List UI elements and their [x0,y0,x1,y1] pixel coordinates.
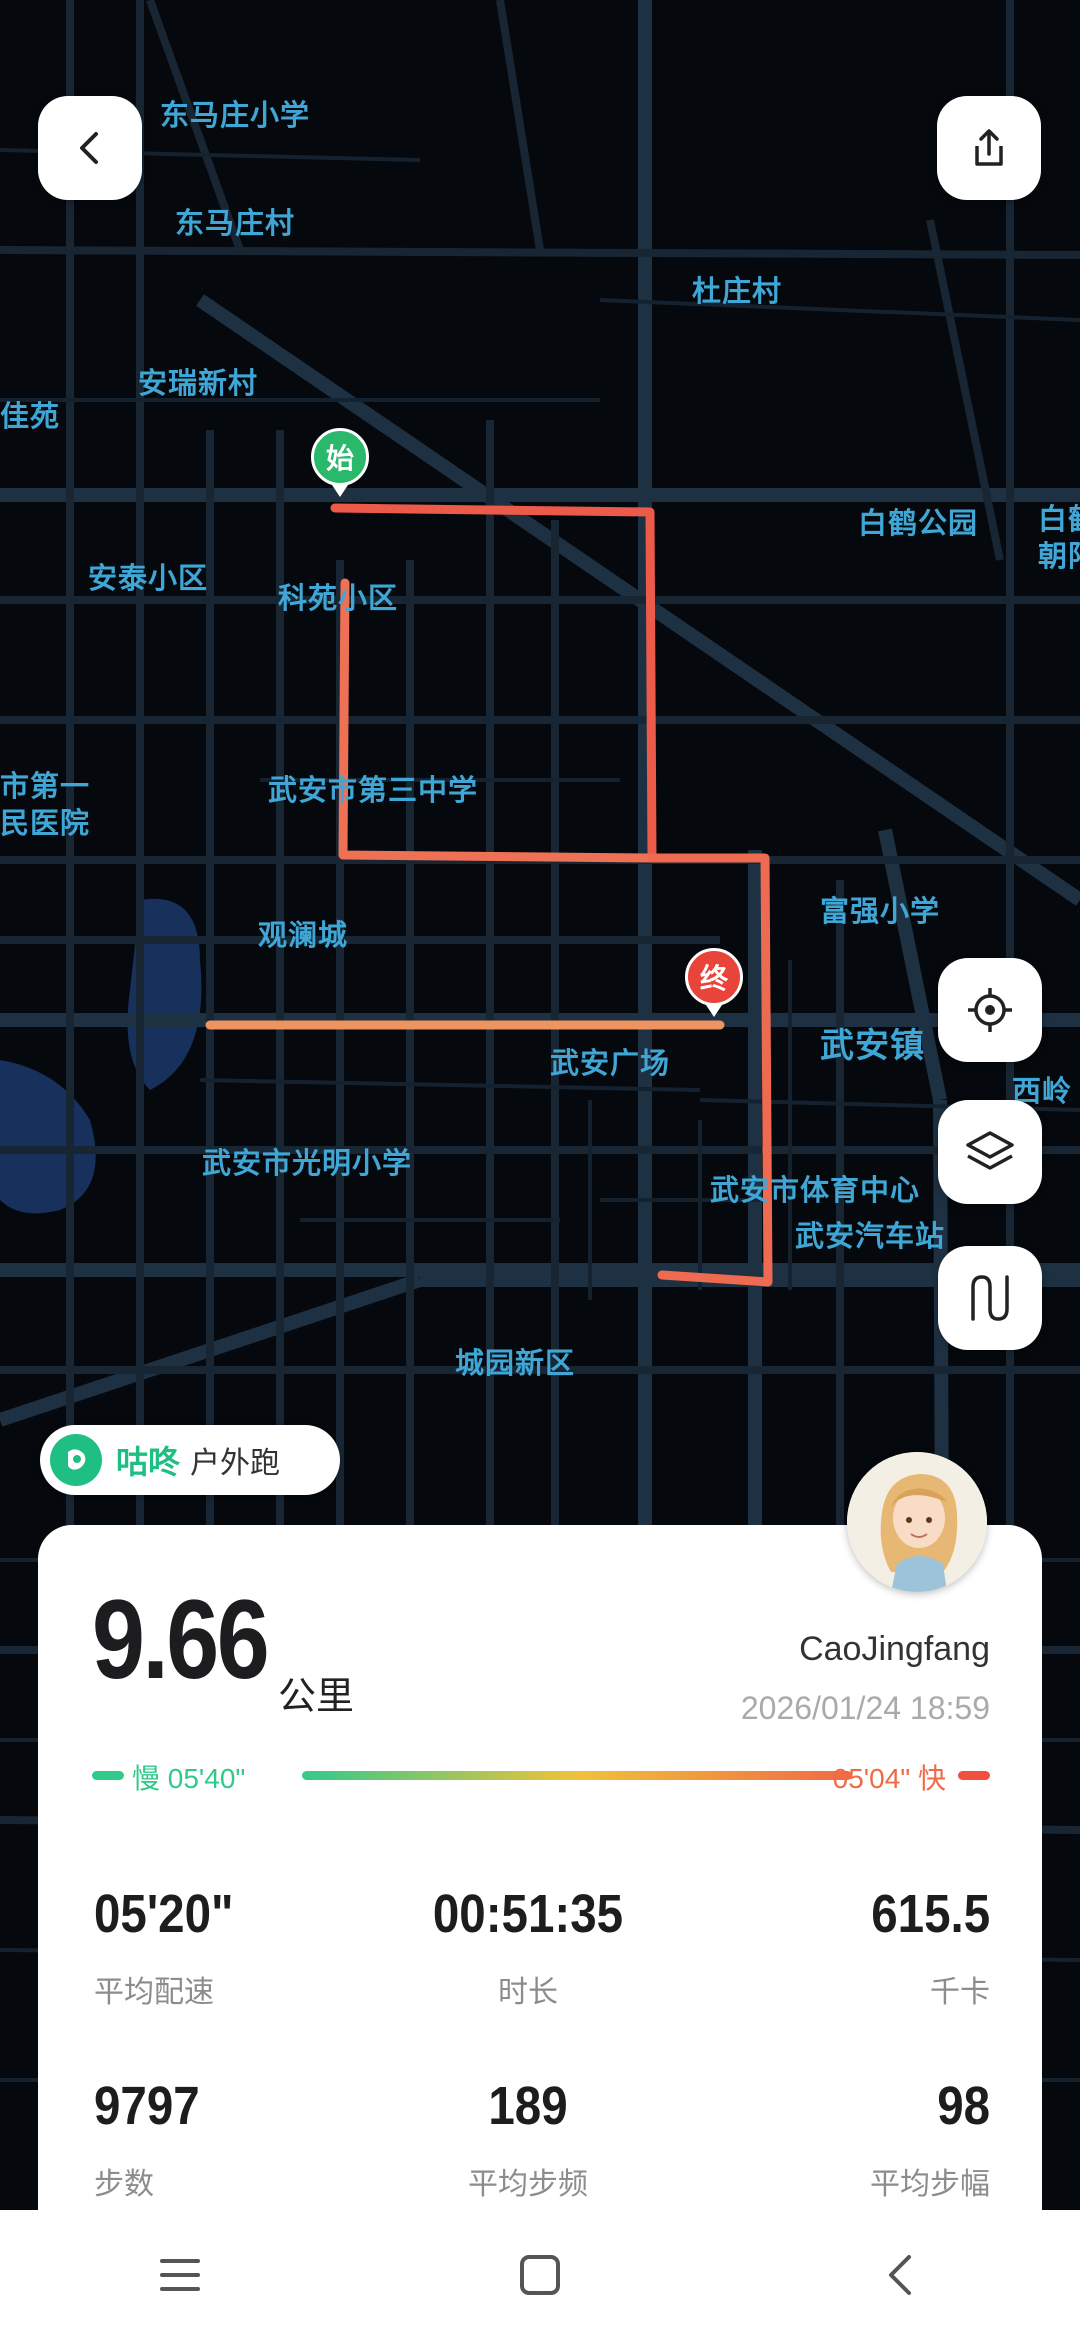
activity-datetime: 2026/01/24 18:59 [740,1690,990,1726]
stat-value-calories: 615.5 [871,1884,990,1944]
stat-label-pace: 平均配速 [94,1975,214,2010]
stat-label-duration: 时长 [498,1975,558,2010]
map-label: 科苑小区 [278,581,399,615]
back-nav-button[interactable] [840,2225,960,2325]
avatar[interactable] [847,1452,987,1592]
map-label: 富强小学 [820,894,941,928]
end-marker: 终 [685,948,743,1017]
map-label: 安泰小区 [88,561,209,595]
share-button[interactable] [937,96,1041,200]
layers-icon [966,1131,1014,1170]
menu-icon [160,2259,200,2291]
system-nav-bar [0,2210,1080,2340]
map-label: 民医院 [0,806,91,840]
avatar-image [847,1452,987,1592]
chevron-left-icon [80,132,98,164]
fast-dash [958,1771,990,1780]
stat-label-stride: 平均步幅 [870,2167,990,2202]
map-label: 杜庄村 [692,274,783,308]
map-label: 武安市第三中学 [268,773,479,807]
stat-label-cadence: 平均步频 [468,2167,588,2202]
stat-value-steps: 9797 [94,2076,200,2136]
map-label: 安瑞新村 [138,366,259,400]
stat-label-calories: 千卡 [930,1975,990,2010]
locate-icon [968,988,1012,1032]
route-button[interactable] [938,1246,1042,1350]
summary-card: 9.66 公里 CaoJingfang 2026/01/24 18:59 慢 0… [38,1525,1042,2225]
map-label: 白鹤公园 [858,506,979,540]
distance-value: 9.66 [92,1577,270,1702]
stat-value-pace: 05'20" [94,1884,234,1944]
pace-legend: 慢 05'40" 05'04" 快 [92,1757,990,1794]
stat-value-duration: 00:51:35 [432,1884,624,1944]
source-badge: 咕咚 户外跑 [40,1425,340,1495]
map-label: 武安市体育中心 [710,1173,921,1207]
home-button[interactable] [480,2225,600,2325]
back-icon [889,2255,911,2295]
map-label: 东马庄小学 [160,98,311,132]
route-icon [971,1275,1009,1321]
locate-button[interactable] [938,958,1042,1062]
map-label: 武安汽车站 [795,1219,946,1253]
map-label: 市第一 [0,769,91,803]
stat-label-steps: 步数 [94,2167,154,2202]
stat-value-cadence: 189 [488,2076,568,2136]
pace-slow-label: 慢 05'40" [132,1763,246,1794]
map-label: 城园新区 [455,1346,576,1380]
pace-fast-label: 05'04" 快 [832,1763,946,1794]
back-button[interactable] [38,96,142,200]
codoon-logo-icon [50,1434,102,1486]
home-icon [520,2255,560,2295]
map-label: 朝阳 [1038,539,1080,573]
share-icon [975,129,1003,166]
user-name: CaoJingfang [799,1630,990,1668]
stat-value-stride: 98 [937,2076,990,2136]
map-label: 佳苑 [0,399,61,433]
pace-gradient-bar [302,1771,852,1780]
map-label: 武安广场 [550,1046,671,1080]
distance-unit: 公里 [278,1674,355,1718]
map-label: 白鹤 [1038,502,1080,536]
map-label: 东马庄村 [175,206,296,240]
menu-button[interactable] [120,2225,240,2325]
map-label: 武安市光明小学 [202,1146,413,1180]
activity-type: 户外跑 [190,1446,281,1481]
brand-name: 咕咚 [116,1443,181,1481]
start-marker: 始 [311,428,369,497]
slow-dash [92,1771,124,1780]
map-label: 武安镇 [820,1026,925,1066]
layers-button[interactable] [938,1100,1042,1204]
map-label: 观澜城 [258,918,349,952]
